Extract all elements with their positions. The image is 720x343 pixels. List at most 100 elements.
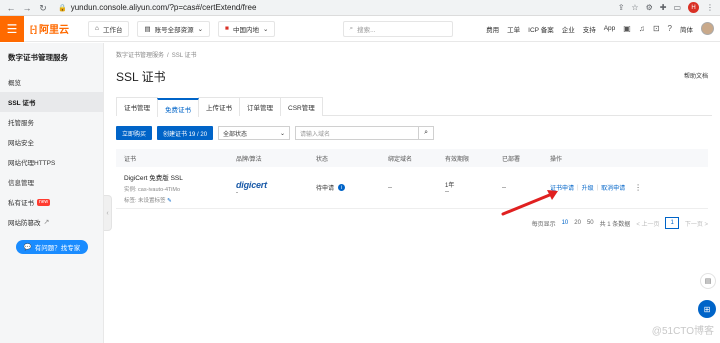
tab-upload-cert[interactable]: 上传证书	[198, 97, 240, 116]
expert-help-button[interactable]: 💬 有问题？找专家	[16, 240, 88, 254]
cert-tag: 标签: 未设置标签	[124, 197, 166, 204]
create-cert-button[interactable]: 创建证书 19 / 20	[157, 126, 214, 140]
sidebar-item-label: 网站安全	[8, 140, 34, 147]
sidebar-icon[interactable]: ▭	[673, 3, 681, 12]
topnav-link-fee[interactable]: 费用	[486, 24, 499, 34]
brand-algorithm: -	[236, 189, 238, 196]
terminal-icon[interactable]: ▣	[623, 24, 631, 33]
domain-search-input[interactable]: 请输入域名	[295, 126, 420, 140]
tab-cert-management[interactable]: 证书管理	[116, 97, 158, 116]
sidebar-item-hosting[interactable]: 托管服务	[0, 112, 103, 132]
profile-avatar[interactable]: H	[688, 2, 699, 13]
validity-period: 1年	[445, 183, 455, 189]
account-resource-select[interactable]: ▤ 账号全部资源 ⌄	[137, 20, 211, 37]
brand-logo[interactable]: [-] 阿里云	[30, 21, 88, 37]
page-size-20[interactable]: 20	[574, 220, 581, 226]
puzzle-icon[interactable]: ✚	[660, 3, 667, 12]
browser-menu-icon[interactable]: ⋮	[706, 3, 714, 12]
bell-icon[interactable]: ♫	[639, 24, 645, 33]
page-size-label: 每页显示	[531, 221, 556, 228]
next-page-button[interactable]: 下一页 >	[685, 219, 708, 228]
sidebar-item-https-proxy[interactable]: 网站代理HTTPS	[0, 152, 103, 172]
share-icon[interactable]: ⇪	[618, 3, 625, 12]
breadcrumb-item[interactable]: 数字证书管理服务	[116, 53, 164, 59]
new-badge: new	[37, 198, 51, 206]
sidebar-item-label: 概览	[8, 80, 21, 87]
back-icon[interactable]: ←	[6, 3, 16, 13]
table-header: 证书 品牌/算法 状态 绑定域名 有效期限 已部署 操作	[116, 149, 708, 167]
language-switch[interactable]: 简体	[680, 24, 693, 34]
info-icon[interactable]: i	[338, 184, 346, 191]
page-size-10[interactable]: 10	[562, 220, 569, 226]
region-select[interactable]: ■ 中国内地 ⌄	[218, 20, 276, 37]
page-size-50[interactable]: 50	[587, 220, 594, 226]
console-topnav: ☰ [-] 阿里云 ⌂ 工作台 ▤ 账号全部资源 ⌄ ■ 中国内地 ⌄ ⌕ 搜索…	[0, 15, 720, 42]
reload-icon[interactable]: ↻	[38, 3, 48, 13]
topnav-link-enterprise[interactable]: 企业	[562, 24, 575, 34]
status-filter-value: 全部状态	[223, 131, 248, 138]
cart-icon[interactable]: ⊡	[653, 24, 660, 33]
home-icon: ⌂	[95, 25, 99, 32]
sidebar-item-label: 托管服务	[8, 120, 34, 127]
tab-csr-management[interactable]: CSR管理	[280, 97, 323, 116]
cancel-apply-link[interactable]: 取消申请	[601, 183, 625, 192]
chat-icon: 💬	[23, 244, 32, 251]
workbench-label: 工作台	[102, 26, 123, 34]
digicert-logo: digicert	[236, 179, 267, 190]
sidebar-item-site-security[interactable]: 网站安全	[0, 132, 103, 152]
quick-menu-icon[interactable]: ⊞	[698, 300, 716, 318]
total-count: 共 1 条数据	[599, 221, 631, 228]
sidebar-item-label: 私有证书	[8, 200, 34, 207]
column-header: 已部署	[502, 156, 521, 163]
user-avatar[interactable]	[701, 22, 714, 35]
sidebar-item-overview[interactable]: 概览	[0, 72, 103, 92]
external-link-icon: ↗	[43, 219, 50, 226]
sidebar-item-label: SSL 证书	[8, 100, 36, 107]
current-page[interactable]: 1	[665, 217, 679, 229]
hamburger-menu-icon[interactable]: ☰	[0, 15, 24, 42]
buy-now-button[interactable]: 立即购买	[116, 126, 153, 140]
flag-icon: ■	[225, 25, 229, 32]
sidebar-item-label: 信息管理	[8, 180, 34, 187]
topnav-link-support[interactable]: 支持	[583, 24, 596, 34]
topnav-link-ticket[interactable]: 工单	[507, 24, 520, 34]
topnav-link-app[interactable]: App	[604, 25, 616, 32]
sidebar-item-ssl[interactable]: SSL 证书	[0, 92, 103, 112]
column-header: 有效期限	[445, 156, 470, 163]
help-doc-link[interactable]: 帮助文档	[684, 71, 708, 80]
workbench-button[interactable]: ⌂ 工作台	[88, 20, 130, 37]
domain-placeholder: 请输入域名	[300, 131, 331, 138]
grid-icon: ▤	[144, 25, 151, 33]
status-filter-select[interactable]: 全部状态 ⌄	[218, 126, 291, 140]
sidebar-item-info[interactable]: 信息管理	[0, 172, 103, 192]
topnav-link-icp[interactable]: ICP 备案	[528, 24, 554, 34]
sidebar-item-label: 网站防篡改	[8, 220, 41, 227]
forward-icon[interactable]: →	[22, 3, 32, 13]
bound-domain: --	[388, 184, 392, 191]
prev-page-button[interactable]: < 上一页	[636, 219, 659, 228]
more-actions-icon[interactable]: ⋮	[634, 183, 642, 192]
sidebar-item-tamper[interactable]: 网站防篡改 ↗	[0, 212, 103, 232]
address-bar[interactable]: 🔒 yundun.console.aliyun.com/?p=cas#/cert…	[58, 3, 612, 12]
cert-name: DigiCert 免费版 SSL	[124, 174, 183, 182]
row-actions: 证书申请 | 升级 | 取消申请 ⋮	[550, 183, 643, 192]
column-header: 绑定域名	[388, 156, 413, 163]
chevron-down-icon: ⌄	[262, 25, 269, 33]
extension-icon[interactable]: ⚙	[646, 3, 653, 12]
chevron-down-icon: ⌄	[197, 25, 204, 33]
tab-order-management[interactable]: 订单管理	[239, 97, 281, 116]
tab-free-cert[interactable]: 免费证书	[157, 98, 199, 117]
search-button[interactable]: ⌕	[418, 126, 435, 140]
url-text: yundun.console.aliyun.com/?p=cas#/certEx…	[70, 3, 257, 12]
edit-tag-icon[interactable]: ✎	[167, 198, 172, 204]
search-placeholder: 搜索...	[357, 26, 376, 34]
sidebar-collapse-handle[interactable]: ‹	[104, 195, 112, 231]
watermark: @51CTO博客	[651, 326, 714, 337]
console-search-input[interactable]: ⌕ 搜索...	[343, 20, 454, 37]
help-icon[interactable]: ?	[668, 24, 672, 33]
star-icon[interactable]: ☆	[631, 3, 638, 12]
upgrade-link[interactable]: 升级	[582, 183, 594, 192]
feedback-icon[interactable]: ▤	[700, 273, 716, 289]
sidebar-item-private-cert[interactable]: 私有证书 new	[0, 192, 103, 212]
lock-icon: 🔒	[58, 4, 67, 12]
